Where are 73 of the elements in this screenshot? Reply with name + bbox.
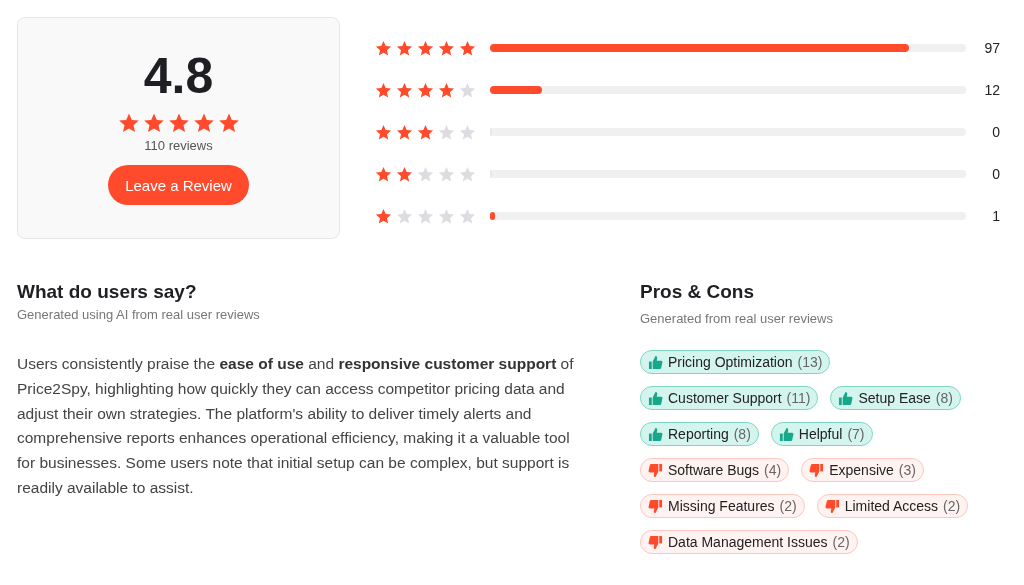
thumbs-up-icon <box>778 426 794 442</box>
tag-count: (8) <box>935 390 953 406</box>
section-title: Pros & Cons <box>640 281 756 303</box>
tag-label: Software Bugs <box>668 462 760 478</box>
tag-label: Data Management Issues <box>668 534 828 550</box>
tag-count: (7) <box>847 426 865 442</box>
leave-review-button[interactable]: Leave a Review <box>108 165 249 205</box>
star-icon <box>459 39 476 57</box>
star-icon <box>438 165 455 183</box>
star-icon <box>375 207 392 225</box>
tag-count: (8) <box>733 426 751 442</box>
star-icon <box>459 81 476 99</box>
tag-count: (4) <box>764 462 782 478</box>
star-icon <box>167 112 190 134</box>
rating-count: 97 <box>983 40 1000 56</box>
star-icon <box>438 207 455 225</box>
tag-label: Setup Ease <box>858 390 931 406</box>
tag-count: (2) <box>943 498 961 514</box>
thumbs-up-icon <box>648 390 663 406</box>
star-icon <box>142 112 165 134</box>
summary-paragraph: Users consistently praise the ease of use and responsive customer support of Price2Spy, highlighting how quickly they can access competitor pricing data and adjust their own strategies. The platform's ability to deliver timely alerts and comprehensive reports enhances operational efficiency, making it a valuable tool for businesses. Some users note that initial setup can be complex, but support is readily available to assist. <box>17 354 575 498</box>
rating-count: 1 <box>991 208 1000 224</box>
star-icon <box>396 123 413 141</box>
tag-label: Missing Features <box>668 498 775 514</box>
star-icon <box>417 207 434 225</box>
average-rating: 4.8 <box>143 47 214 106</box>
section-subtitle: Generated from real user reviews <box>640 311 834 326</box>
star-icon <box>459 207 476 225</box>
tag-count: (2) <box>832 534 850 550</box>
section-subtitle: Generated using AI from real user reviews <box>17 307 261 322</box>
review-count: 110 reviews <box>144 138 213 153</box>
tag-label: Helpful <box>798 426 843 442</box>
star-icon <box>438 39 455 57</box>
thumbs-up-icon <box>648 354 663 370</box>
tag-label: Expensive <box>829 462 894 478</box>
star-icon <box>459 123 476 141</box>
tag-count: (3) <box>898 462 916 478</box>
tag-count: (2) <box>779 498 797 514</box>
star-icon <box>438 81 455 99</box>
thumbs-down-icon <box>824 498 840 514</box>
rating-count: 0 <box>991 166 1000 182</box>
star-icon <box>396 165 413 183</box>
tag-label: Customer Support <box>668 390 782 406</box>
star-icon <box>417 81 434 99</box>
star-icon <box>396 81 413 99</box>
star-icon <box>396 39 413 57</box>
star-icon <box>459 165 476 183</box>
star-icon <box>375 165 392 183</box>
star-icon <box>375 123 392 141</box>
tag-count: (11) <box>786 390 811 406</box>
thumbs-up-icon <box>838 390 854 406</box>
rating-count: 12 <box>983 82 1000 98</box>
star-icon <box>375 81 392 99</box>
tag-count: (13) <box>797 354 823 370</box>
tag-label: Limited Access <box>844 498 939 514</box>
tag-label: Reporting <box>668 426 729 442</box>
star-icon <box>375 39 392 57</box>
thumbs-up-icon <box>648 426 663 442</box>
star-icon <box>438 123 455 141</box>
thumbs-down-icon <box>648 498 663 514</box>
star-icon <box>417 165 434 183</box>
thumbs-down-icon <box>809 462 825 478</box>
rating-count: 0 <box>991 124 1000 140</box>
thumbs-down-icon <box>648 534 663 550</box>
tag-label: Pricing Optimization <box>668 354 793 370</box>
star-icon <box>192 112 215 134</box>
thumbs-down-icon <box>648 462 663 478</box>
star-icon <box>217 112 240 134</box>
star-icon <box>417 123 434 141</box>
star-icon <box>396 207 413 225</box>
star-icon <box>117 112 140 134</box>
star-icon <box>417 39 434 57</box>
section-title: What do users say? <box>17 281 198 303</box>
